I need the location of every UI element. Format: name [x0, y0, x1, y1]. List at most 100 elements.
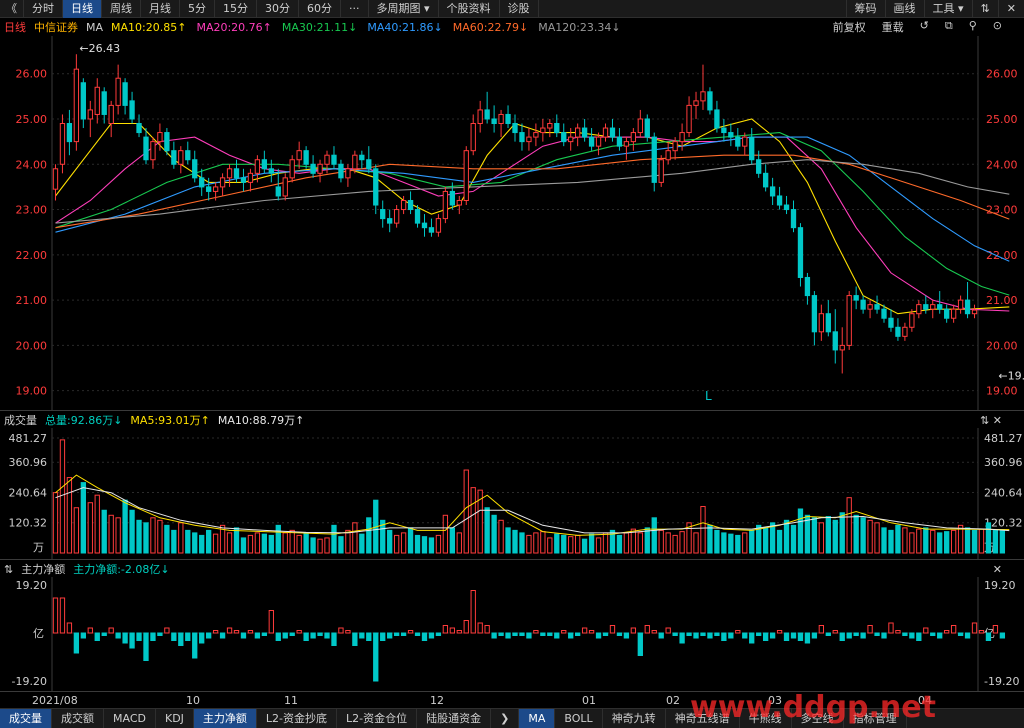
indicator-tab-5[interactable]: L2-资金抄底	[257, 709, 338, 728]
candle-body	[164, 132, 170, 152]
chart-tool-2[interactable]: ↺	[920, 19, 929, 35]
volume-title[interactable]: 成交量	[4, 412, 37, 428]
candle-body	[400, 199, 407, 211]
indicator-tab-11[interactable]: 神奇九转	[603, 709, 666, 728]
indicator-tab-6[interactable]: L2-资金仓位	[337, 709, 418, 728]
indicator-tab-3[interactable]: KDJ	[156, 709, 194, 728]
date-label-5: 02	[666, 694, 680, 707]
close-icon[interactable]: ✕	[993, 563, 1002, 576]
flow-bar	[477, 622, 483, 634]
period-tab-2[interactable]: 周线	[102, 0, 141, 18]
toolbar-right-item-2[interactable]: 工具 ▾	[923, 0, 972, 18]
volume-total: 总量:92.86万↓	[45, 414, 123, 427]
period-tab-7[interactable]: 60分	[299, 0, 341, 18]
period-tab-5[interactable]: 15分	[215, 0, 257, 18]
y-tick-label-right: 24.00	[986, 158, 1018, 171]
indicator-tab-0[interactable]: 成交量	[0, 709, 52, 728]
flow-bar	[595, 632, 602, 639]
ma-name[interactable]: MA	[86, 21, 103, 34]
flow-bar	[630, 627, 637, 634]
period-tab-4[interactable]: 5分	[180, 0, 215, 18]
volume-bar	[338, 536, 344, 554]
candle-body	[672, 141, 678, 152]
candle-body	[700, 91, 706, 102]
flow-bar	[414, 632, 421, 636]
flow-title[interactable]: 主力净额	[21, 561, 65, 577]
toolbar-right-item-3[interactable]: ⇅	[971, 0, 998, 18]
period-tab-6[interactable]: 30分	[257, 0, 299, 18]
indicator-tab-12[interactable]: 神奇五线谱	[666, 709, 740, 728]
indicator-tab-15[interactable]: 指标管理	[844, 709, 907, 728]
flow-bar	[686, 632, 692, 636]
chart-tool-0[interactable]: 前复权	[833, 19, 866, 35]
volume-bar	[811, 517, 818, 554]
indicator-tab-10[interactable]: BOLL	[555, 709, 603, 728]
swap-icon[interactable]: ⇅	[4, 563, 13, 576]
candle-body	[762, 172, 769, 188]
volume-panel-controls[interactable]: ⇅ ✕	[980, 414, 1002, 427]
indicator-tab-8[interactable]: ❯	[491, 709, 520, 728]
volume-chart[interactable]: 481.27 481.27 360.96 360.96 240.64 240.64 120.…	[0, 428, 1024, 559]
flow-bar	[108, 627, 114, 634]
candle-body	[157, 132, 163, 143]
volume-bar	[282, 532, 288, 554]
candle-body	[867, 304, 873, 310]
volume-bar	[59, 439, 66, 554]
y-tick-label-right: 360.96	[984, 456, 1023, 469]
chart-tool-5[interactable]: ⊙	[993, 19, 1002, 35]
candle-body	[881, 308, 887, 319]
volume-bar	[839, 512, 845, 554]
indicator-tab-4[interactable]: 主力净额	[193, 709, 257, 728]
y-tick-label-right: 481.27	[984, 432, 1023, 445]
chart-tool-3[interactable]: ⧉	[945, 19, 953, 35]
volume-bar	[762, 527, 769, 554]
flow-bar	[937, 632, 943, 639]
volume-bar	[442, 514, 449, 554]
indicator-tab-9[interactable]: MA	[519, 709, 556, 728]
volume-bar	[136, 519, 142, 554]
volume-bar	[533, 532, 539, 554]
period-tab-8[interactable]: ···	[341, 0, 369, 18]
main-money-flow-chart[interactable]: 19.2019.20-19.20-19.20亿亿	[0, 577, 1024, 691]
indicator-tab-7[interactable]: 陆股通资金	[417, 709, 492, 728]
period-tab-10[interactable]: 个股资料	[439, 0, 500, 18]
candlestick-chart[interactable]: 19.00 19.00 20.00 20.00 21.00 21.00 22.00 22.00…	[0, 36, 1024, 410]
period-tab-0[interactable]: 分时	[24, 0, 63, 18]
flow-bar	[693, 632, 699, 639]
toolbar-right-item-0[interactable]: 筹码	[845, 0, 885, 18]
indicator-tab-13[interactable]: 牛熊线	[740, 709, 792, 728]
candle-body	[568, 136, 574, 143]
candle-body	[742, 136, 748, 147]
volume-bar	[352, 522, 358, 554]
flow-bar	[66, 622, 73, 634]
flow-bar	[547, 632, 553, 636]
indicator-tab-14[interactable]: 多空线	[792, 709, 844, 728]
indicator-tab-2[interactable]: MACD	[104, 709, 156, 728]
volume-bar	[178, 522, 184, 554]
volume-bar	[240, 537, 247, 554]
period-tab-9[interactable]: 多周期图 ▾	[369, 0, 439, 18]
chart-tool-4[interactable]: ⚲	[969, 19, 977, 35]
candle-body	[136, 123, 142, 134]
flow-bar	[783, 632, 790, 641]
flow-bar	[985, 632, 992, 641]
toolbar-right-item-1[interactable]: 画线	[884, 0, 924, 18]
period-tab-3[interactable]: 月线	[141, 0, 180, 18]
chart-tool-1[interactable]: 重载	[882, 19, 904, 35]
flow-bar	[428, 632, 435, 639]
volume-indicator-row: 成交量 总量:92.86万↓ MA5:93.01万↑ MA10:88.79万↑ …	[0, 410, 1024, 429]
candle-body	[588, 136, 595, 147]
toolbar-right-item-4[interactable]: ✕	[997, 0, 1024, 18]
volume-bar	[992, 529, 999, 554]
volume-bar	[157, 519, 163, 554]
volume-bar	[700, 505, 706, 554]
period-tab-11[interactable]: 诊股	[500, 0, 539, 18]
collapse-icon[interactable]: 《	[0, 0, 24, 18]
candle-body	[150, 141, 156, 161]
indicator-tab-1[interactable]: 成交额	[52, 709, 104, 728]
volume-bar	[985, 522, 992, 554]
volume-bar	[484, 507, 490, 554]
flow-bar	[728, 632, 734, 639]
period-tab-1[interactable]: 日线	[63, 0, 102, 18]
flow-bar	[435, 632, 442, 636]
